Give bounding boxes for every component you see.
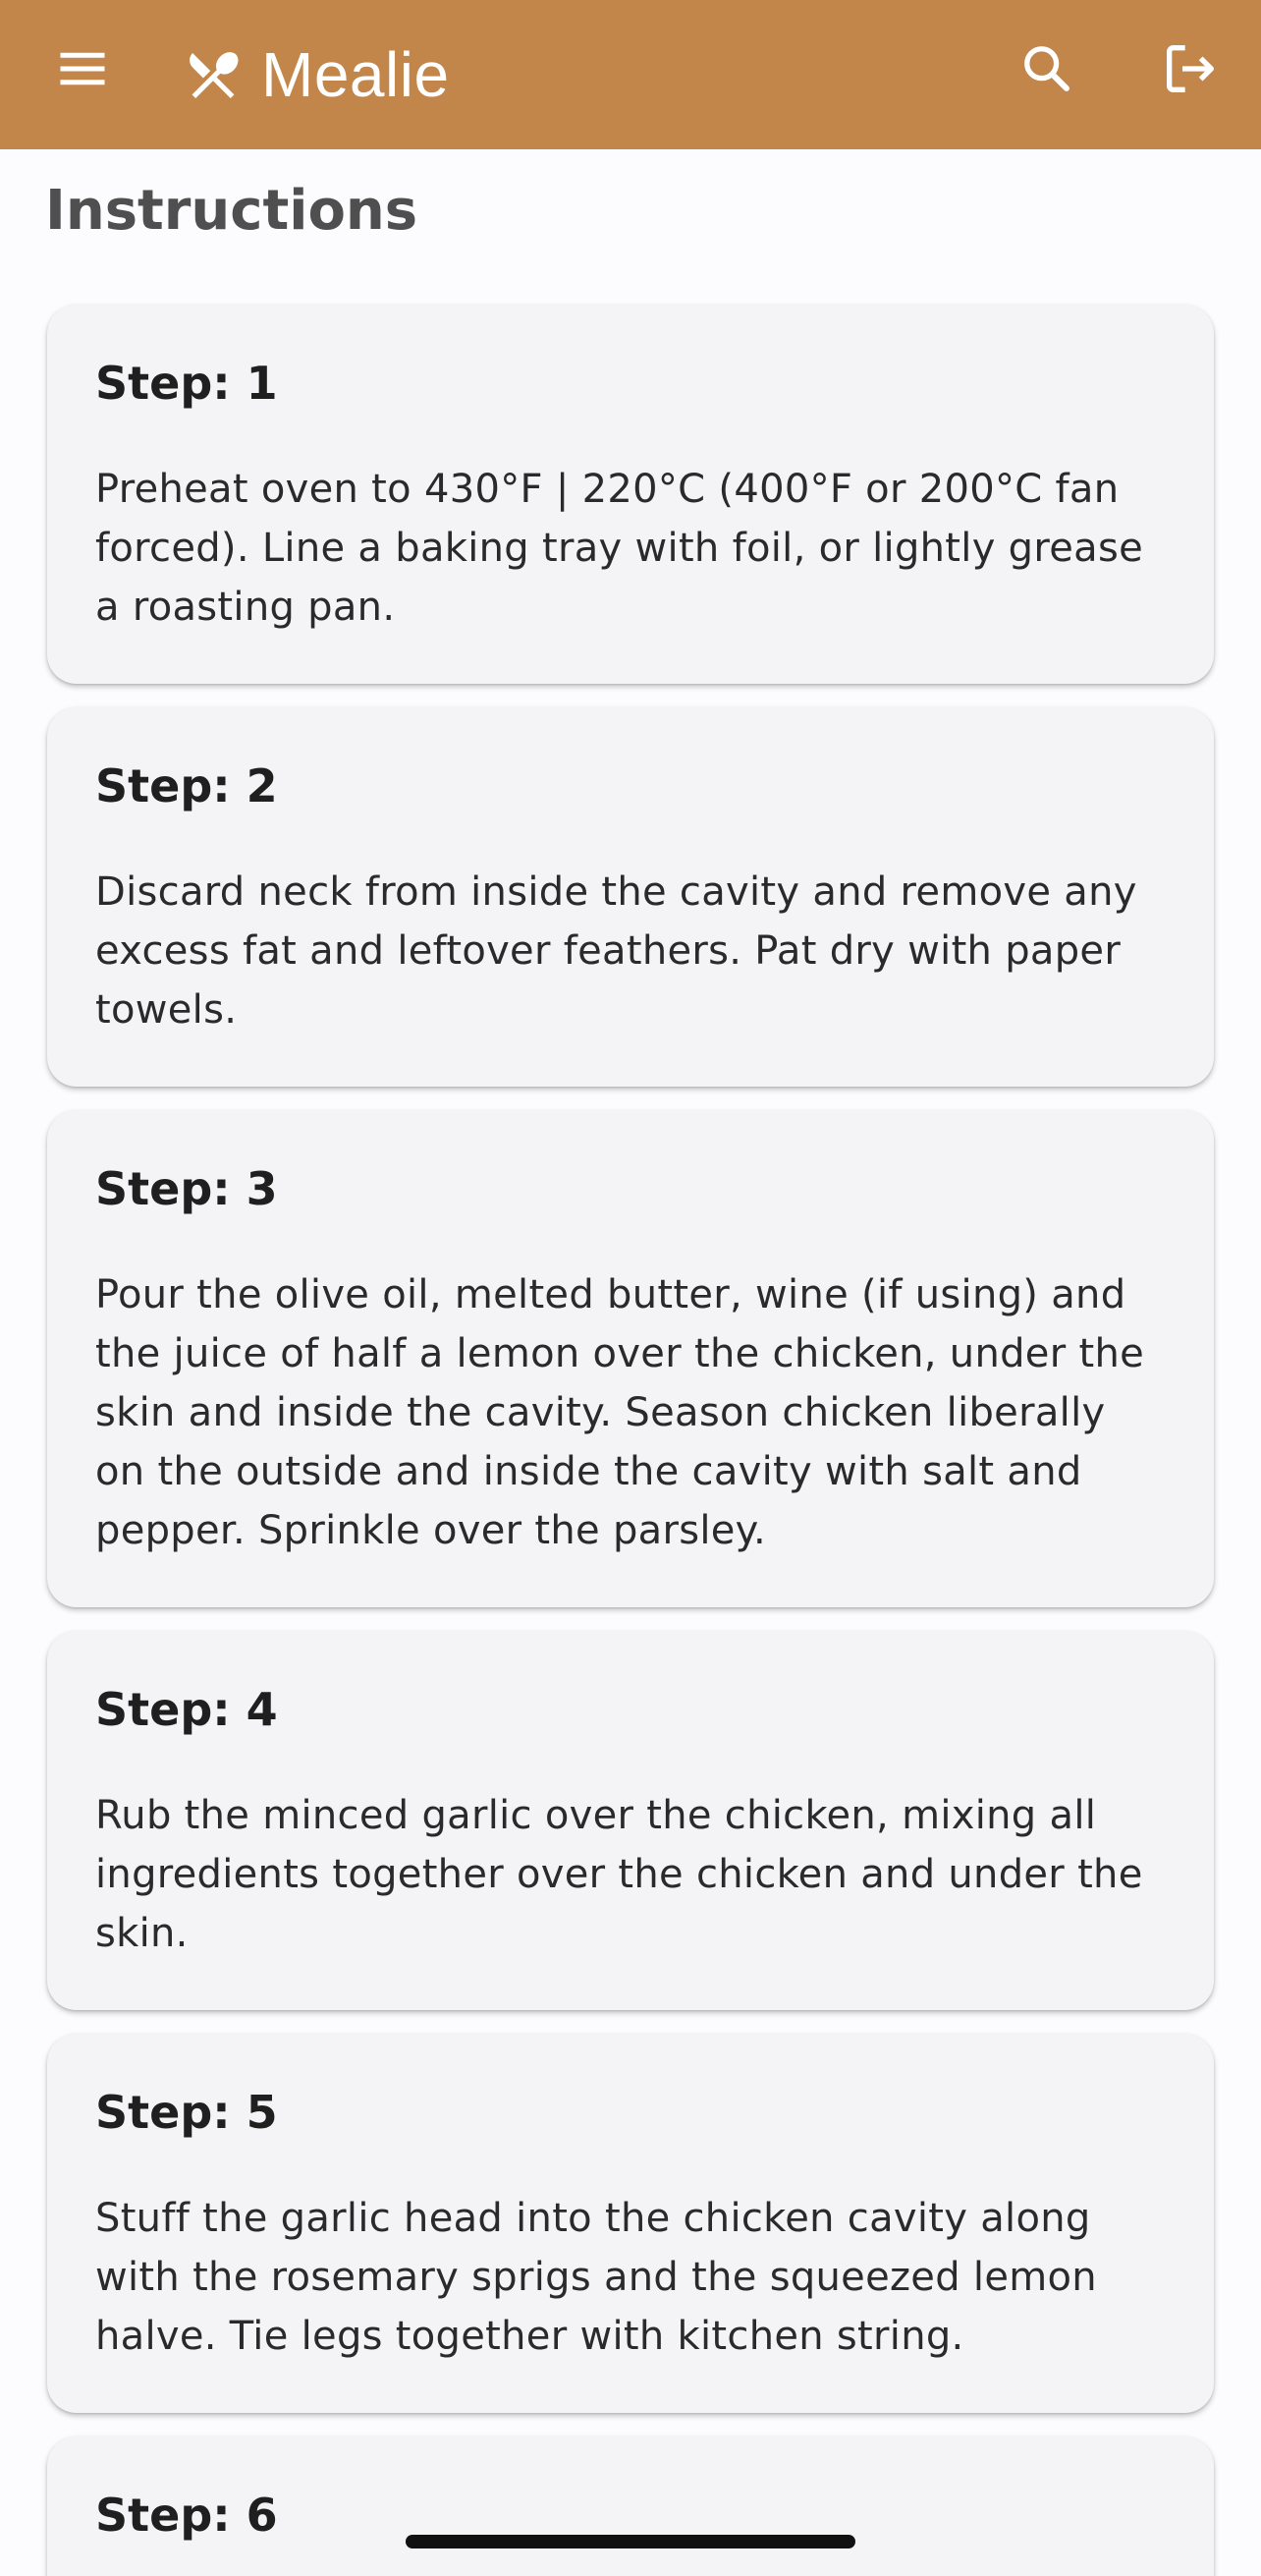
logout-button[interactable] — [1141, 20, 1239, 118]
recipe-page: Mealie Instructions Step: 1 Preheat oven… — [0, 0, 1261, 2576]
hamburger-menu-icon — [60, 52, 105, 85]
step-label: Step: 5 — [95, 2086, 278, 2139]
app-bar: Mealie — [0, 0, 1261, 149]
step-text: Stuff the garlic head into the chicken c… — [95, 2196, 1097, 2359]
home-indicator[interactable] — [406, 2535, 855, 2548]
fork-knife-icon — [190, 52, 239, 98]
step-label: Step: 3 — [95, 1162, 278, 1215]
step-card[interactable]: Step: 1 Preheat oven to 430°F | 220°C (4… — [47, 305, 1214, 684]
step-card[interactable]: Step: 6 — [47, 2436, 1214, 2576]
instructions-list: Step: 1 Preheat oven to 430°F | 220°C (4… — [47, 305, 1214, 2576]
search-icon — [1024, 46, 1069, 91]
step-label: Step: 1 — [95, 357, 278, 410]
step-card[interactable]: Step: 3 Pour the olive oil, melted butte… — [47, 1110, 1214, 1607]
app-title: Mealie — [261, 39, 450, 110]
step-text: Discard neck from inside the cavity and … — [95, 869, 1137, 1033]
logout-icon — [1167, 45, 1214, 92]
instructions-heading: Instructions — [45, 179, 418, 243]
step-text: Preheat oven to 430°F | 220°C (400°F or … — [95, 467, 1144, 630]
step-card[interactable]: Step: 2 Discard neck from inside the cav… — [47, 707, 1214, 1087]
step-label: Step: 4 — [95, 1683, 278, 1736]
app-brand[interactable]: Mealie — [183, 26, 450, 124]
step-card[interactable]: Step: 5 Stuff the garlic head into the c… — [47, 2034, 1214, 2413]
menu-button[interactable] — [33, 20, 132, 118]
search-button[interactable] — [998, 20, 1096, 118]
step-text: Pour the olive oil, melted butter, wine … — [95, 1272, 1145, 1553]
step-card[interactable]: Step: 4 Rub the minced garlic over the c… — [47, 1631, 1214, 2010]
step-label: Step: 2 — [95, 759, 278, 812]
step-text: Rub the minced garlic over the chicken, … — [95, 1793, 1143, 1956]
